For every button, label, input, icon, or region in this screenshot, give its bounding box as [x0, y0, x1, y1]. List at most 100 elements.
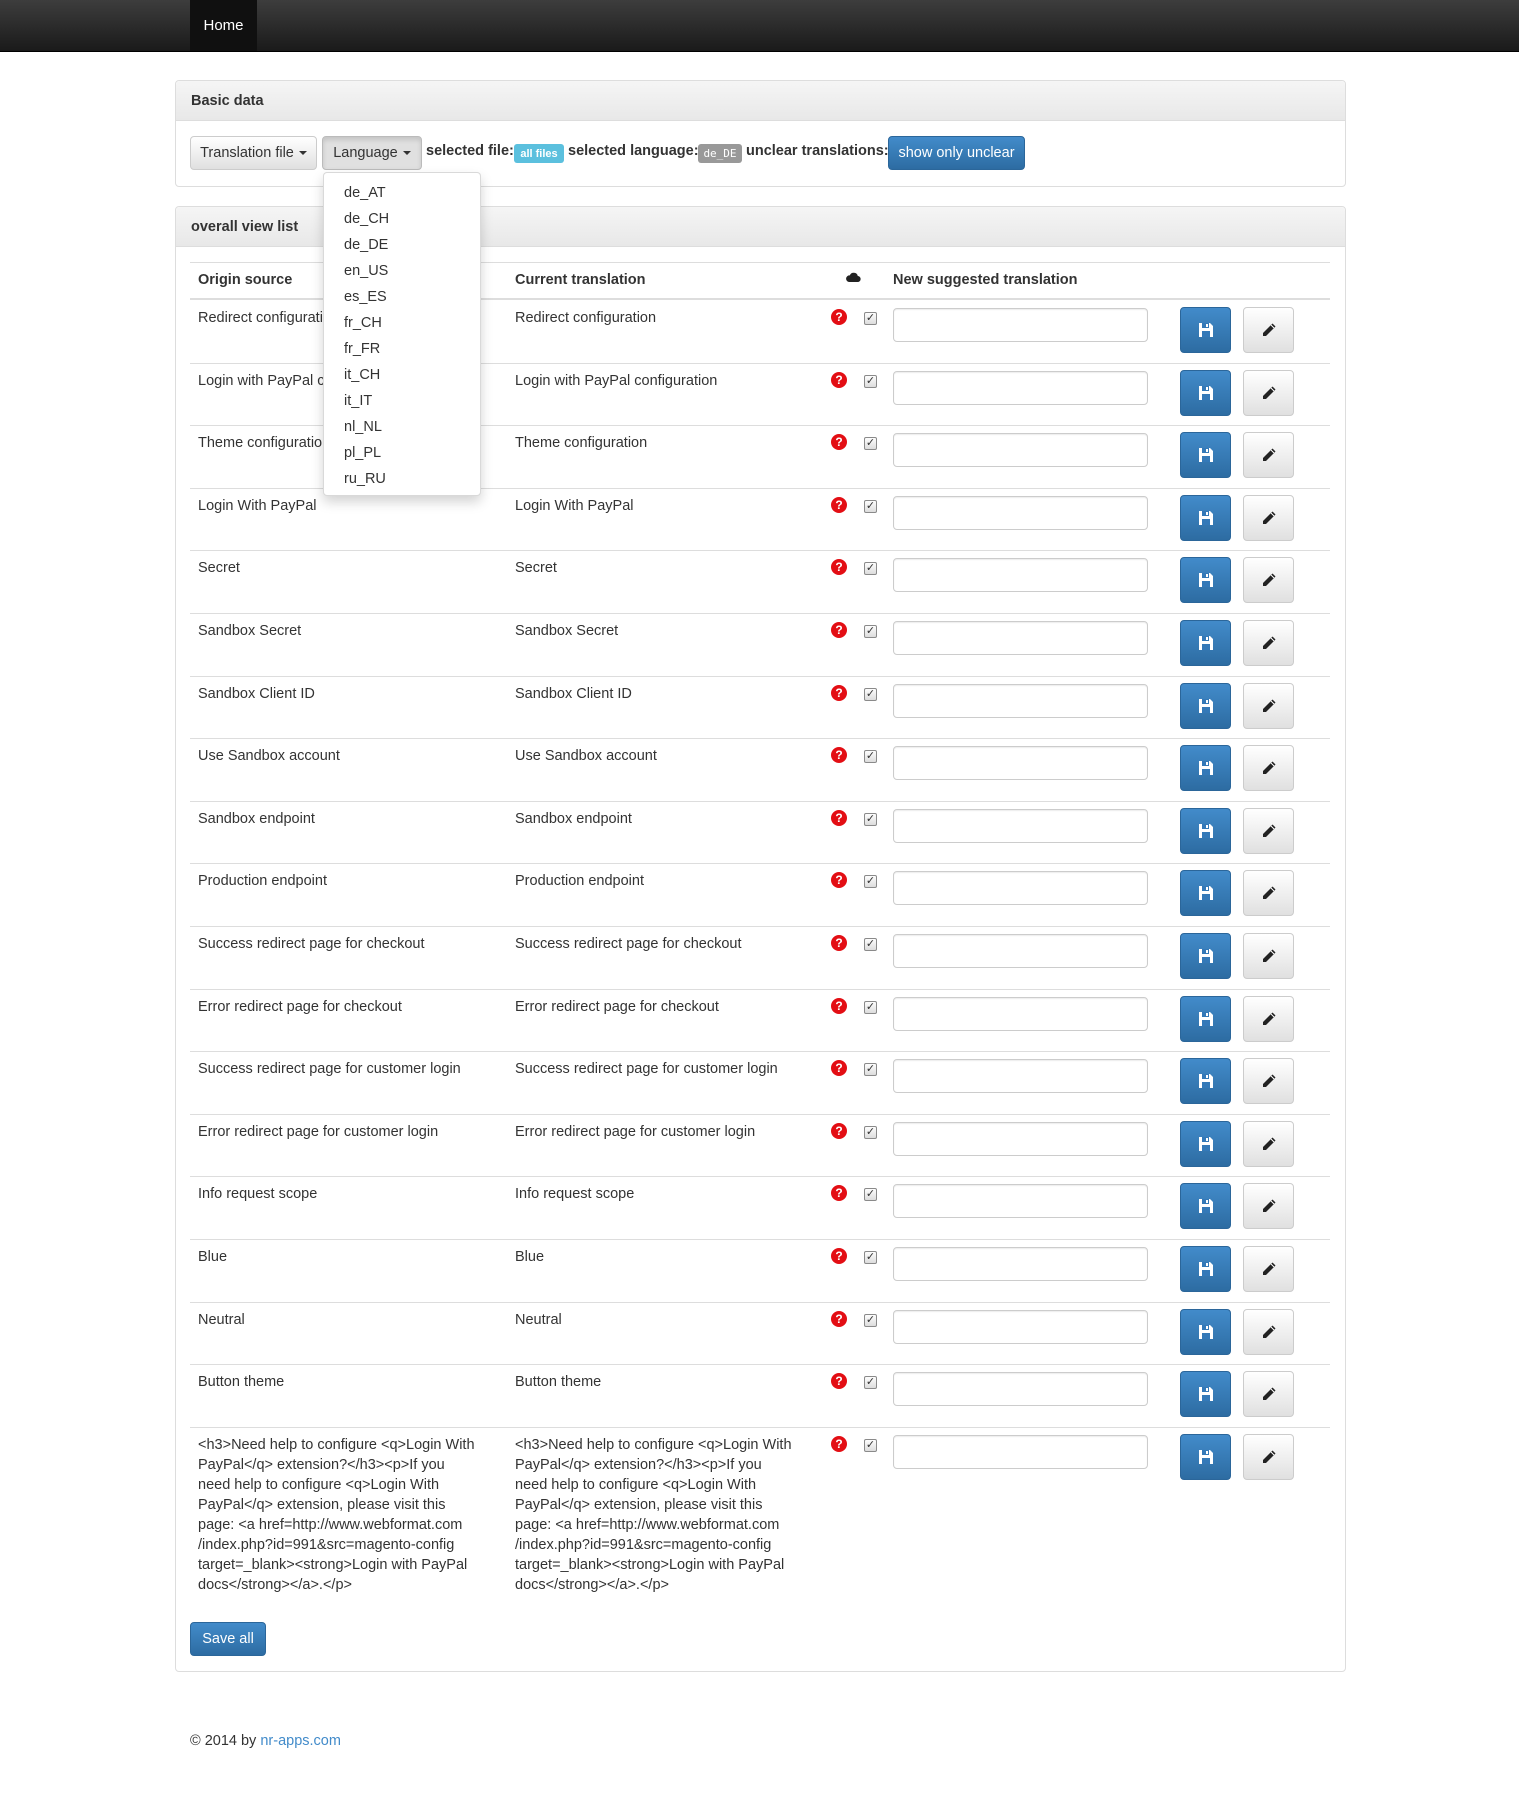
save-row-button[interactable] [1180, 370, 1231, 416]
save-row-button[interactable] [1180, 1058, 1231, 1104]
save-row-button[interactable] [1180, 1309, 1231, 1355]
language-option[interactable]: pl_PL [324, 440, 480, 466]
question-icon[interactable]: ? [831, 559, 847, 575]
suggested-translation-input[interactable] [893, 809, 1148, 843]
question-icon[interactable]: ? [831, 872, 847, 888]
suggested-translation-input[interactable] [893, 371, 1148, 405]
suggested-translation-input[interactable] [893, 558, 1148, 592]
translation-file-dropdown-button[interactable]: Translation file [190, 136, 317, 170]
save-row-button[interactable] [1180, 620, 1231, 666]
unclear-checkbox[interactable]: ✓ [864, 1126, 877, 1139]
question-icon[interactable]: ? [831, 747, 847, 763]
edit-row-button[interactable] [1243, 745, 1294, 791]
save-row-button[interactable] [1180, 495, 1231, 541]
edit-row-button[interactable] [1243, 1121, 1294, 1167]
edit-row-button[interactable] [1243, 808, 1294, 854]
language-option[interactable]: it_CH [324, 362, 480, 388]
question-icon[interactable]: ? [831, 1373, 847, 1389]
suggested-translation-input[interactable] [893, 871, 1148, 905]
question-icon[interactable]: ? [831, 1311, 847, 1327]
save-row-button[interactable] [1180, 996, 1231, 1042]
question-icon[interactable]: ? [831, 1436, 847, 1452]
edit-row-button[interactable] [1243, 495, 1294, 541]
save-row-button[interactable] [1180, 1246, 1231, 1292]
edit-row-button[interactable] [1243, 1246, 1294, 1292]
question-icon[interactable]: ? [831, 309, 847, 325]
save-all-button[interactable]: Save all [190, 1622, 266, 1656]
language-option[interactable]: fr_CH [324, 310, 480, 336]
edit-row-button[interactable] [1243, 620, 1294, 666]
language-option[interactable]: de_CH [324, 206, 480, 232]
language-option[interactable]: de_DE [324, 232, 480, 258]
question-icon[interactable]: ? [831, 1060, 847, 1076]
unclear-checkbox[interactable]: ✓ [864, 437, 877, 450]
suggested-translation-input[interactable] [893, 621, 1148, 655]
language-dropdown-button[interactable]: Language [322, 136, 422, 170]
edit-row-button[interactable] [1243, 933, 1294, 979]
unclear-checkbox[interactable]: ✓ [864, 562, 877, 575]
language-option[interactable]: es_ES [324, 284, 480, 310]
language-option[interactable]: ru_RU [324, 466, 480, 492]
save-row-button[interactable] [1180, 432, 1231, 478]
edit-row-button[interactable] [1243, 1183, 1294, 1229]
edit-row-button[interactable] [1243, 870, 1294, 916]
unclear-checkbox[interactable]: ✓ [864, 688, 877, 701]
unclear-checkbox[interactable]: ✓ [864, 1063, 877, 1076]
question-icon[interactable]: ? [831, 622, 847, 638]
suggested-translation-input[interactable] [893, 934, 1148, 968]
save-row-button[interactable] [1180, 870, 1231, 916]
save-row-button[interactable] [1180, 933, 1231, 979]
save-row-button[interactable] [1180, 307, 1231, 353]
question-icon[interactable]: ? [831, 1248, 847, 1264]
unclear-checkbox[interactable]: ✓ [864, 1376, 877, 1389]
question-icon[interactable]: ? [831, 372, 847, 388]
unclear-checkbox[interactable]: ✓ [864, 938, 877, 951]
unclear-checkbox[interactable]: ✓ [864, 625, 877, 638]
question-icon[interactable]: ? [831, 810, 847, 826]
suggested-translation-input[interactable] [893, 1184, 1148, 1218]
language-option[interactable]: fr_FR [324, 336, 480, 362]
question-icon[interactable]: ? [831, 685, 847, 701]
question-icon[interactable]: ? [831, 497, 847, 513]
unclear-checkbox[interactable]: ✓ [864, 875, 877, 888]
save-row-button[interactable] [1180, 745, 1231, 791]
suggested-translation-input[interactable] [893, 684, 1148, 718]
question-icon[interactable]: ? [831, 935, 847, 951]
suggested-translation-input[interactable] [893, 1372, 1148, 1406]
unclear-checkbox[interactable]: ✓ [864, 312, 877, 325]
suggested-translation-input[interactable] [893, 1310, 1148, 1344]
edit-row-button[interactable] [1243, 557, 1294, 603]
unclear-checkbox[interactable]: ✓ [864, 375, 877, 388]
question-icon[interactable]: ? [831, 434, 847, 450]
edit-row-button[interactable] [1243, 1309, 1294, 1355]
unclear-checkbox[interactable]: ✓ [864, 1439, 877, 1452]
edit-row-button[interactable] [1243, 432, 1294, 478]
save-row-button[interactable] [1180, 557, 1231, 603]
suggested-translation-input[interactable] [893, 1059, 1148, 1093]
question-icon[interactable]: ? [831, 998, 847, 1014]
question-icon[interactable]: ? [831, 1185, 847, 1201]
unclear-checkbox[interactable]: ✓ [864, 500, 877, 513]
language-option[interactable]: it_IT [324, 388, 480, 414]
save-row-button[interactable] [1180, 808, 1231, 854]
save-row-button[interactable] [1180, 1121, 1231, 1167]
suggested-translation-input[interactable] [893, 746, 1148, 780]
unclear-checkbox[interactable]: ✓ [864, 750, 877, 763]
unclear-checkbox[interactable]: ✓ [864, 1188, 877, 1201]
question-icon[interactable]: ? [831, 1123, 847, 1139]
edit-row-button[interactable] [1243, 683, 1294, 729]
edit-row-button[interactable] [1243, 1371, 1294, 1417]
suggested-translation-input[interactable] [893, 1435, 1148, 1469]
suggested-translation-input[interactable] [893, 1122, 1148, 1156]
edit-row-button[interactable] [1243, 307, 1294, 353]
suggested-translation-input[interactable] [893, 496, 1148, 530]
edit-row-button[interactable] [1243, 1434, 1294, 1480]
suggested-translation-input[interactable] [893, 433, 1148, 467]
language-option[interactable]: en_US [324, 258, 480, 284]
nav-home-link[interactable]: Home [190, 0, 257, 51]
unclear-checkbox[interactable]: ✓ [864, 1251, 877, 1264]
unclear-checkbox[interactable]: ✓ [864, 1314, 877, 1327]
show-only-unclear-button[interactable]: show only unclear [888, 136, 1025, 170]
save-row-button[interactable] [1180, 1371, 1231, 1417]
unclear-checkbox[interactable]: ✓ [864, 1001, 877, 1014]
